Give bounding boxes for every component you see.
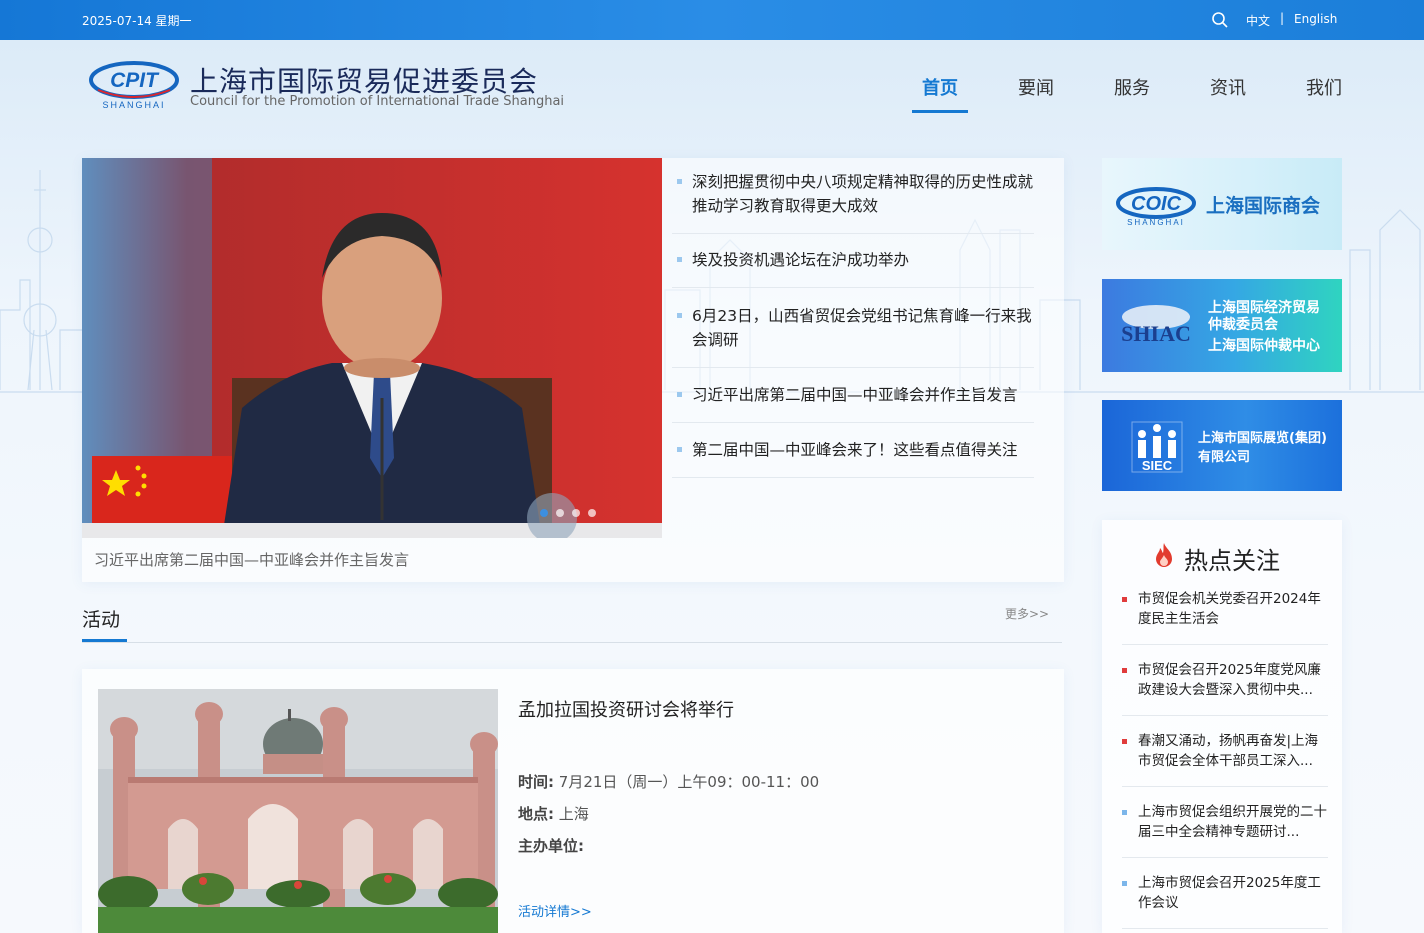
section-divider <box>82 642 1062 643</box>
slider-dot[interactable] <box>556 509 564 517</box>
lang-english-link[interactable]: English <box>1294 12 1337 26</box>
activity-time-row: 时间: 7月21日（周一）上午09：00-11：00 <box>518 771 819 792</box>
nav-news[interactable]: 要闻 <box>1018 74 1054 100</box>
slider-dot[interactable] <box>540 509 548 517</box>
banner-siec[interactable]: SIEC 上海市国际展览(集团) 有限公司 <box>1102 400 1342 491</box>
nav-home[interactable]: 首页 <box>922 74 958 100</box>
activities-section-title: 活动 <box>82 609 121 631</box>
cpit-logo-sub: SHANGHAI <box>102 100 165 110</box>
divider <box>1122 786 1328 787</box>
activity-host-row: 主办单位: <box>518 835 584 856</box>
coic-logo-sub: SHANGHAI <box>1127 218 1185 227</box>
news-item[interactable]: 埃及投资机遇论坛在沪成功举办 <box>672 248 1034 288</box>
divider <box>1122 857 1328 858</box>
slide-image <box>82 158 662 538</box>
cpit-logo-icon: CPIT SHANGHAI <box>89 61 179 110</box>
shiac-logo-text: SHIAC <box>1121 321 1191 346</box>
activity-image[interactable] <box>98 689 498 933</box>
news-item[interactable]: 第二届中国—中亚峰会来了！这些看点值得关注 <box>672 438 1034 478</box>
site-title-en: Council for the Promotion of Internation… <box>190 94 565 109</box>
news-item[interactable]: 习近平出席第二届中国—中亚峰会并作主旨发言 <box>672 383 1034 423</box>
banner-shiac-line: 仲裁委员会 <box>1208 316 1279 333</box>
banner-shiac-line: 上海国际经济贸易 <box>1208 299 1320 316</box>
divider <box>1122 715 1328 716</box>
activity-place-label: 地点: <box>518 805 554 823</box>
activity-detail-link[interactable]: 活动详情>> <box>518 901 592 920</box>
hot-topic-item[interactable]: 上海市贸促会召开2025年度工作会议 <box>1122 873 1328 913</box>
nav-about[interactable]: 我们 <box>1306 74 1342 100</box>
top-bar: 2025-07-14 星期一 中文 | English <box>0 0 1424 40</box>
hot-topic-item[interactable]: 市贸促会机关党委召开2024年度民主生活会 <box>1122 589 1328 629</box>
hot-topics-title: 热点关注 <box>1184 547 1280 575</box>
slider-dot[interactable] <box>572 509 580 517</box>
activity-time-value: 7月21日（周一）上午09：00-11：00 <box>558 773 820 791</box>
siec-logo-icon: SIEC 上海市国际展览(集团) 有限公司 <box>1131 421 1327 473</box>
current-date: 2025-07-14 星期一 <box>82 14 192 28</box>
news-item[interactable]: 6月23日，山西省贸促会党组书记焦育峰一行来我会调研 <box>672 304 1034 368</box>
hot-topic-item[interactable]: 市贸促会召开2025年度党风廉政建设大会暨深入贯彻中央... <box>1122 660 1328 700</box>
activity-place-row: 地点: 上海 <box>518 803 589 824</box>
banner-siec-line: 上海市国际展览(集团) <box>1198 430 1327 446</box>
banner-shiac[interactable]: SHIAC 上海国际经济贸易 仲裁委员会 上海国际仲裁中心 <box>1102 279 1342 372</box>
nav-active-indicator <box>912 110 968 113</box>
site-header: CPIT SHANGHAI 上海市国际贸易促进委员会 Council for t… <box>0 40 1424 130</box>
divider <box>1122 644 1328 645</box>
headline-slider[interactable] <box>82 158 662 538</box>
banner-coic-label: 上海国际商会 <box>1206 194 1320 217</box>
coic-logo-icon: COIC SHANGHAI 上海国际商会 <box>1116 187 1320 227</box>
activity-title[interactable]: 孟加拉国投资研讨会将举行 <box>518 696 734 722</box>
activity-host-label: 主办单位: <box>518 837 584 855</box>
nav-info[interactable]: 资讯 <box>1210 74 1246 100</box>
lang-separator: | <box>1280 11 1285 25</box>
coic-logo-text: COIC <box>1131 193 1182 215</box>
cpit-logo-text: CPIT <box>110 69 160 92</box>
nav-services[interactable]: 服务 <box>1114 74 1150 100</box>
slider-dots <box>540 509 596 517</box>
siec-logo-text: SIEC <box>1142 458 1173 473</box>
activity-place-value: 上海 <box>558 805 589 823</box>
slide-caption[interactable]: 习近平出席第二届中国—中亚峰会并作主旨发言 <box>94 549 409 570</box>
cpit-logo[interactable]: CPIT SHANGHAI <box>88 60 180 110</box>
search-icon[interactable] <box>1211 11 1229 29</box>
hot-topic-item[interactable]: 上海市贸促会组织开展党的二十届三中全会精神专题研讨... <box>1122 802 1328 842</box>
slider-dot[interactable] <box>588 509 596 517</box>
fire-icon <box>1156 543 1172 567</box>
hot-topic-item[interactable]: 春潮又涌动，扬帆再奋发|上海市贸促会全体干部员工深入... <box>1122 731 1328 771</box>
banner-siec-line: 有限公司 <box>1198 449 1250 465</box>
activities-more-link[interactable]: 更多>> <box>1005 605 1049 622</box>
shiac-logo-icon: SHIAC 上海国际经济贸易 仲裁委员会 上海国际仲裁中心 <box>1121 299 1320 354</box>
news-item[interactable]: 深刻把握贯彻中央八项规定精神取得的历史性成就 推动学习教育取得更大成效 <box>672 170 1034 234</box>
divider <box>1122 928 1328 929</box>
banner-coic[interactable]: COIC SHANGHAI 上海国际商会 <box>1102 158 1342 250</box>
banner-shiac-line: 上海国际仲裁中心 <box>1208 337 1320 354</box>
activity-photo <box>98 689 498 933</box>
hot-topics-card <box>1102 520 1342 933</box>
activity-time-label: 时间: <box>518 773 554 791</box>
section-title-underline <box>82 639 127 642</box>
lang-chinese-link[interactable]: 中文 <box>1246 12 1270 29</box>
